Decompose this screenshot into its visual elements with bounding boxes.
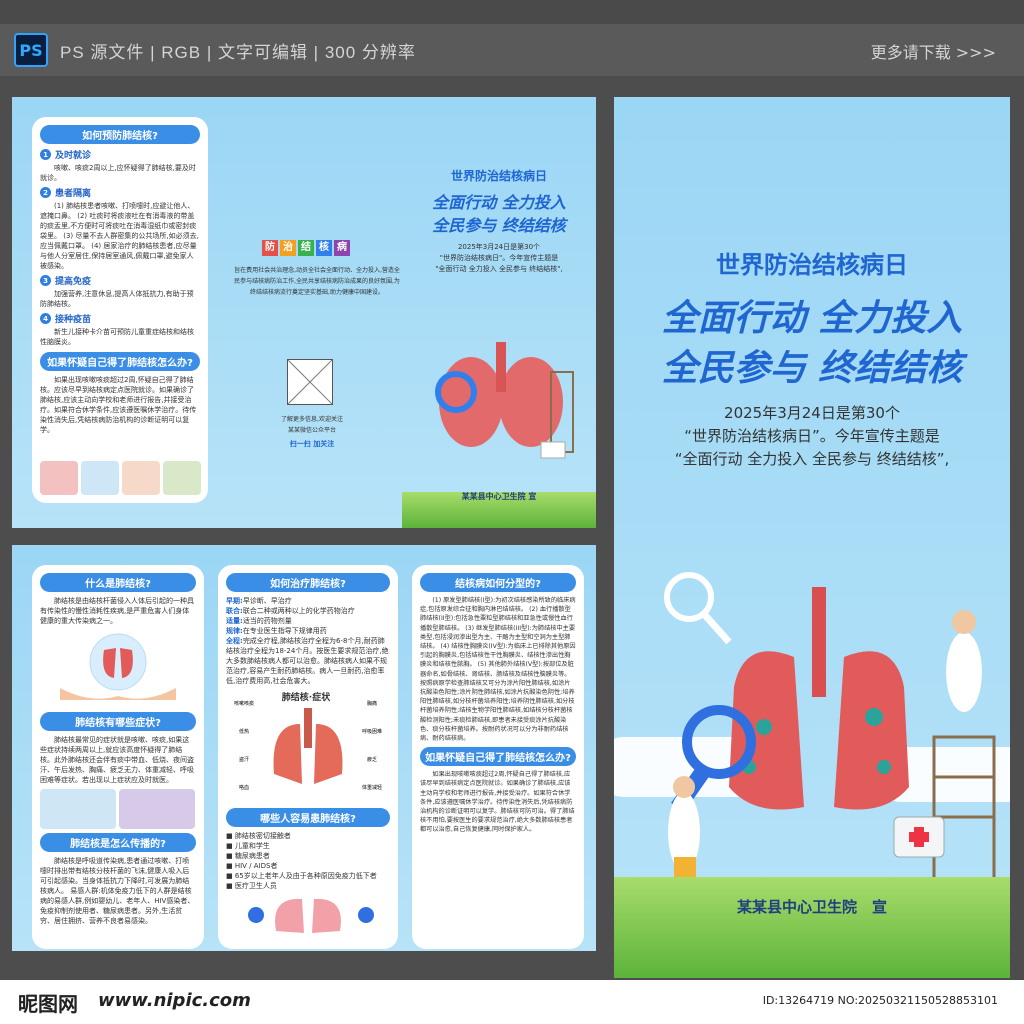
prevent-card: 如何预防肺结核? 1 及时就诊 咳嗽、咳痰2周以上,应怀疑得了肺结核,要及时就诊。… (32, 117, 208, 503)
treat-title: 如何治疗肺结核? (226, 573, 390, 592)
col1-card: 什么是肺结核? 肺结核是由结核杆菌侵入人体后引起的一种具有传染性的慢性消耗性疾病… (32, 565, 204, 949)
qr-text-2: 某某微信公众平台 (287, 427, 336, 434)
lung-thumb-image (40, 461, 78, 495)
treat-row-3: 适量:适当的药物剂量 (226, 617, 292, 625)
symptom-label-4: 咯血 (238, 785, 249, 791)
lung-doctors-illustration (664, 572, 996, 893)
symptom-diagram-title: 肺结核·症状 (281, 693, 331, 703)
file-info: PS 源文件 | RGB | 文字可编辑 | 300 分辨率 (60, 42, 416, 62)
image-id: ID:13264719 NO:20250321150528853101 (762, 994, 998, 1007)
small-cover-sub-1: 2025年3月24日是第30个 (457, 243, 541, 251)
nipic-logo: 昵图网 (18, 992, 78, 1016)
who-title: 哪些人容易患肺结核? (226, 808, 390, 827)
top-strip (0, 0, 1024, 24)
middle-panel: 防治结核病 旨在费用社会共治理念,动员全社会全面行动、全力投入,营造全民参与结核… (222, 97, 402, 528)
cover-grass (614, 877, 1010, 978)
small-cover-title: 世界防治结核病日 (450, 169, 547, 183)
col3-card: 结核病如何分型的? (1) 原发型肺结核(I型):为初次结核感染所致的临床病症,… (412, 565, 584, 949)
col2-card: 如何治疗肺结核? 早期:早诊断、早治疗 联合:联合二种或两种以上的化学药物治疗 … (218, 565, 398, 949)
ward-image (119, 789, 195, 829)
who-illustration (248, 898, 374, 933)
symptom-label-8: 体重减轻 (361, 785, 382, 791)
prevent-item-2: 2 患者隔离 (1) 肺结核患者咳嗽、打喷嚏时,应避让他人、遮掩口鼻。 (2) 吐… (40, 187, 199, 270)
small-cover: 世界防治结核病日 全面行动 全力投入 全民参与 终结结核 2025年3月24日是… (402, 97, 596, 528)
small-cover-slogan-2: 全民参与 终结结核 (432, 216, 566, 235)
info-bar: PS PS 源文件 | RGB | 文字可编辑 | 300 分辨率 更多请下载 … (0, 24, 1024, 76)
small-cover-slogan-1: 全面行动 全力投入 (432, 193, 566, 212)
who-item-3: ■ 糖尿病患者 (226, 852, 270, 860)
cover-slogan-1: 全面行动 全力投入 (661, 298, 963, 339)
small-lung-illustration (435, 342, 574, 459)
symptom-title: 肺结核有哪些症状? (40, 712, 196, 731)
inner-spread-bottom: 什么是肺结核? 肺结核是由结核杆菌侵入人体后引起的一种具有传染性的慢性消耗性疾病… (12, 545, 596, 951)
symptom-text: 肺结核最常见的症状就是咳嗽、咳痰,如果这些症状持续两周以上,就应该高度怀疑得了肺… (40, 736, 194, 784)
cover-sub-3: “全面行动 全力投入 全民参与 终结结核”, (674, 450, 950, 468)
who-item-4: ■ HIV / AIDS者 (226, 862, 278, 870)
symptom-images (40, 789, 196, 829)
hands-lung-illustration (60, 633, 176, 700)
illustration-strip (40, 461, 201, 495)
small-cover-sub-3: "全面行动 全力投入 全民参与 终结结核", (435, 265, 563, 273)
treat-row-2: 联合:联合二种或两种以上的化学药物治疗 (226, 607, 355, 615)
cover-title: 世界防治结核病日 (716, 251, 908, 279)
suspect-title: 如果怀疑自己得了肺结核怎么办? (420, 747, 576, 767)
who-item-5: ■ 65岁以上老年人及由于各种原因免疫力低下者 (226, 872, 377, 880)
suspect-text: 如果出现咳嗽咳痰超过2周,怀疑自己得了肺结核,应该尽早到结核病定点医院就诊。如果… (420, 771, 575, 834)
cover-sub-1: 2025年3月24日是第30个 (724, 404, 900, 422)
treat-row-1: 早期:早诊断、早治疗 (226, 597, 292, 605)
qr-text-1: 了解更多信息,欢迎关注 (281, 416, 343, 423)
qr-code-placeholder (287, 359, 333, 405)
more-download-link[interactable]: 更多请下载 >>> (871, 39, 996, 63)
who-item-1: ■ 肺结核密切接触者 (226, 832, 291, 840)
symptom-lung-icon (273, 708, 343, 784)
spread-text: 肺结核是呼吸道传染病,患者通过咳嗽、打喷嚏时排出带有结核分枝杆菌的飞沫,健康人吸… (40, 857, 195, 925)
intro-text: 旨在费用社会共治理念,动员全社会全面行动、全力投入,营造全民参与结核病防治工作,… (234, 267, 400, 296)
suspect-text-small: 如果出现咳嗽咳痰超过2周,怀疑自己得了肺结核。应该尽早到结核病定点医院就诊。如果… (40, 376, 197, 434)
what-text: 肺结核是由结核杆菌侵入人体后引起的一种具有传染性的慢性消耗性疾病,是严重危害人们… (40, 597, 194, 625)
nipic-url[interactable]: www.nipic.com (98, 990, 251, 1011)
symptom-label-7: 疲乏 (366, 757, 377, 763)
who-item-2: ■ 儿童和学生 (226, 842, 270, 850)
preview-canvas: PS PS 源文件 | RGB | 文字可编辑 | 300 分辨率 更多请下载 … (0, 0, 1024, 1024)
what-title: 什么是肺结核? (40, 573, 196, 592)
clinic-image (40, 789, 116, 829)
prevent-title: 如何预防肺结核? (40, 125, 200, 144)
symptom-label-2: 低热 (238, 729, 249, 735)
badge-row: 防治结核病 (262, 235, 352, 256)
who-item-6: ■ 医疗卫生人员 (226, 882, 277, 890)
types-text: (1) 原发型肺结核(I型):为初次结核感染所致的临床病症,包括原发综合征和胸内… (420, 597, 576, 743)
cover-sub-2: “世界防治结核病日”。今年宣传主题是 (684, 427, 940, 445)
prevent-item-1: 1 及时就诊 咳嗽、咳痰2周以上,应怀疑得了肺结核,要及时就诊。 (40, 149, 196, 182)
watermark-bar: 昵图网 www.nipic.com ID:13264719 NO:2025032… (0, 980, 1024, 1024)
prevent-item-4: 4 接种疫苗 新生儿接种卡介苗可预防儿童重症结核和结核性脑膜炎。 (40, 313, 194, 346)
cover-org: 某某县中心卫生院 宣 (736, 898, 887, 916)
treat-row-5: 全程:完成全疗程,肺结核治疗全程为6-8个月,耐药肺结核治疗全程为18-24个月… (226, 637, 389, 685)
doctor-thumb-image (81, 461, 119, 495)
qr-text-3: 扫一扫 加关注 (289, 440, 335, 448)
suspect-title-small: 如果怀疑自己得了肺结核怎么办? (40, 352, 200, 371)
symptom-label-1: 咳嗽咳痰 (233, 701, 254, 707)
symptom-diagram: 肺结核·症状 咳嗽咳痰 低热 盗汗 咯血 胸痛 呼吸困难 疲乏 体重减轻 (226, 688, 390, 806)
photoshop-icon: PS (14, 33, 48, 67)
symptom-label-3: 盗汗 (238, 757, 249, 763)
symptom-label-5: 胸痛 (366, 701, 377, 707)
family-thumb-image (163, 461, 201, 495)
patient-thumb-image (122, 461, 160, 495)
treat-row-4: 规律:在专业医生指导下规律用药 (226, 627, 327, 635)
small-cover-sub-2: "世界防治结核病日"。今年宣传主题是 (439, 254, 559, 262)
prevent-item-3: 3 提高免疫 加强营养,注意休息,提高人体抵抗力,有助于预防肺结核。 (40, 275, 194, 308)
inner-spread-top: 如何预防肺结核? 1 及时就诊 咳嗽、咳痰2周以上,应怀疑得了肺结核,要及时就诊。… (12, 97, 596, 528)
symptom-label-6: 呼吸困难 (361, 729, 382, 735)
spread-title: 肺结核是怎么传播的? (40, 833, 196, 852)
cover-slogan-2: 全民参与 终结结核 (661, 348, 963, 389)
front-cover: 世界防治结核病日 全面行动 全力投入 全民参与 终结结核 2025年3月24日是… (614, 97, 1010, 978)
types-title: 结核病如何分型的? (420, 573, 576, 592)
small-cover-org: 某某县中心卫生院 宣 (461, 492, 537, 501)
